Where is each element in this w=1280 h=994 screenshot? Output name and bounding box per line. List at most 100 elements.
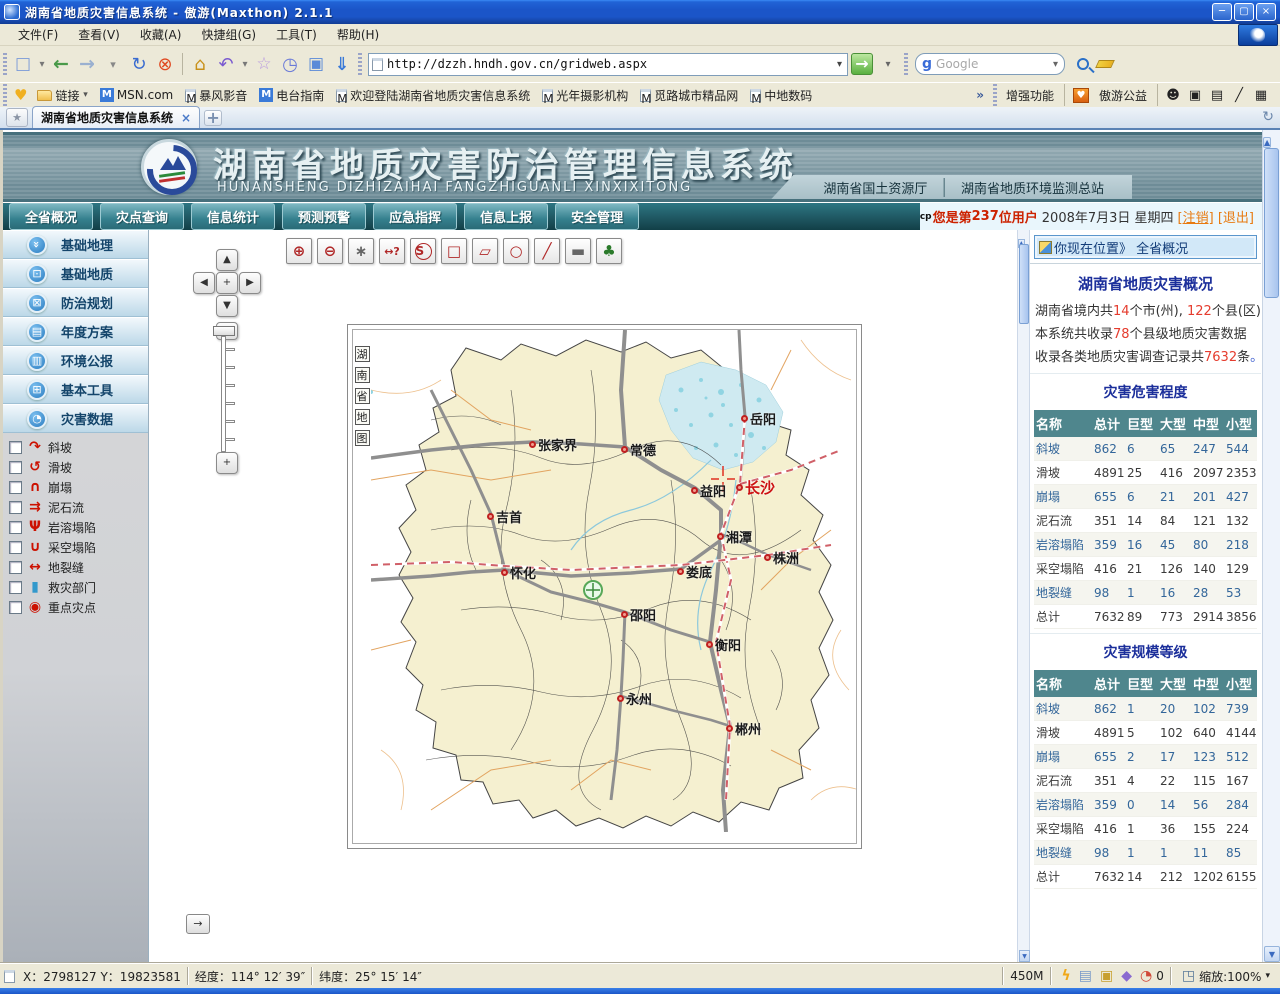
layer-label[interactable]: 地裂缝 bbox=[48, 559, 84, 576]
scroll-up-icon[interactable]: ▲ bbox=[1263, 137, 1271, 148]
proxy-icon[interactable]: ▤ bbox=[1079, 968, 1092, 984]
window-icon[interactable]: ▣ bbox=[1187, 88, 1203, 103]
charity-link[interactable]: 傲游公益 bbox=[1099, 87, 1147, 104]
layer-checkbox[interactable] bbox=[9, 501, 22, 514]
layer-label[interactable]: 重点灾点 bbox=[48, 599, 96, 616]
go-button[interactable]: → bbox=[851, 53, 873, 75]
undo-icon[interactable]: ↶ bbox=[214, 52, 238, 76]
link-item[interactable]: M 光年摄影机构 bbox=[542, 87, 628, 104]
logout-link[interactable]: [注销] bbox=[1178, 207, 1214, 226]
brush-icon[interactable]: ╱ bbox=[1231, 88, 1247, 103]
address-url[interactable]: http://dzzh.hndh.gov.cn/gridweb.aspx bbox=[387, 57, 835, 71]
address-dropdown-icon[interactable]: ▾ bbox=[835, 59, 844, 70]
refresh-icon[interactable]: ↻ bbox=[127, 52, 151, 76]
wand-icon[interactable]: ☆ bbox=[252, 52, 276, 76]
scroll-down-icon[interactable]: ▼ bbox=[1264, 946, 1280, 962]
map-hscroll-right-button[interactable]: → bbox=[186, 914, 210, 934]
sidebar-group[interactable]: ▥ 环境公报 bbox=[3, 346, 148, 375]
dropdown-caret-icon[interactable]: ▾ bbox=[240, 52, 250, 76]
sidebar-group[interactable]: ▤ 年度方案 bbox=[3, 317, 148, 346]
link-item[interactable]: M MSN.com bbox=[100, 87, 173, 104]
layer-checkbox[interactable] bbox=[9, 481, 22, 494]
exit-link[interactable]: [退出] bbox=[1218, 207, 1254, 226]
map-city[interactable]: 永州 bbox=[617, 689, 652, 708]
zoom-in-icon[interactable]: ⊕ bbox=[286, 238, 312, 264]
notes-icon[interactable]: ▤ bbox=[1209, 88, 1225, 103]
map-city[interactable]: 长沙 bbox=[736, 477, 775, 498]
zoom-dropdown-icon[interactable]: ▾ bbox=[1265, 971, 1270, 981]
zoom-slider-handle[interactable] bbox=[213, 326, 235, 336]
layer-checkbox[interactable] bbox=[9, 601, 22, 614]
link-item[interactable]: M 暴风影音 bbox=[185, 87, 247, 104]
sidebar-group[interactable]: ⊡ 基础地质 bbox=[3, 259, 148, 288]
pan-icon[interactable]: ∗ bbox=[348, 238, 374, 264]
pan-left-button[interactable]: ◀ bbox=[193, 272, 215, 294]
new-tab-button[interactable]: + bbox=[204, 110, 222, 126]
new-page-icon[interactable]: □ bbox=[11, 52, 35, 76]
menu-item[interactable]: 帮助(H) bbox=[327, 24, 389, 45]
minimize-button[interactable]: ─ bbox=[1212, 3, 1232, 21]
sidebar-group[interactable]: ⊞ 基本工具 bbox=[3, 375, 148, 404]
redline-icon[interactable]: ╱ bbox=[534, 238, 560, 264]
map-canvas[interactable]: 张家界常德岳阳益阳长沙吉首湘潭株洲怀化娄底邵阳衡阳永州郴州 bbox=[371, 330, 856, 843]
link-item[interactable]: M 电台指南 bbox=[259, 87, 324, 104]
zoom-out-icon[interactable]: ⊖ bbox=[317, 238, 343, 264]
search-input[interactable]: Google bbox=[936, 57, 1053, 71]
sidebar-icon[interactable]: ▣ bbox=[304, 52, 328, 76]
menu-item[interactable]: 快捷组(G) bbox=[191, 24, 266, 45]
search-engine-dropdown-icon[interactable]: ▾ bbox=[1053, 59, 1058, 70]
banner-link[interactable]: 湖南省地质环境监测总站 bbox=[961, 178, 1104, 197]
map-city[interactable]: 衡阳 bbox=[706, 635, 741, 654]
layer-checkbox[interactable] bbox=[9, 561, 22, 574]
back-icon[interactable]: ← bbox=[49, 52, 73, 76]
nav-tab[interactable]: 安全管理 bbox=[555, 203, 639, 230]
link-item[interactable]: M 中地数码 bbox=[750, 87, 812, 104]
map-city[interactable]: 湘潭 bbox=[717, 527, 752, 546]
tab-bar-menu-icon[interactable]: ↻ bbox=[1262, 109, 1274, 125]
nav-tab[interactable]: 全省概况 bbox=[9, 203, 93, 230]
address-bar[interactable]: http://dzzh.hndh.gov.cn/gridweb.aspx ▾ bbox=[368, 53, 848, 76]
map-city[interactable]: 郴州 bbox=[726, 719, 761, 738]
nav-tab[interactable]: 应急指挥 bbox=[373, 203, 457, 230]
layer-checkbox[interactable] bbox=[9, 441, 22, 454]
zoom-in-step-button[interactable]: + bbox=[216, 452, 238, 474]
download-icon[interactable]: ⇓ bbox=[330, 52, 354, 76]
menu-item[interactable]: 文件(F) bbox=[8, 24, 68, 45]
panel-scrollbar[interactable]: ▲ ▼ bbox=[1017, 230, 1030, 963]
map-city[interactable]: 岳阳 bbox=[741, 409, 776, 428]
layer-label[interactable]: 滑坡 bbox=[48, 459, 72, 476]
zoom-level[interactable]: 缩放:100% bbox=[1199, 968, 1261, 985]
scroll-thumb[interactable] bbox=[1019, 244, 1029, 324]
layer-label[interactable]: 泥石流 bbox=[48, 499, 84, 516]
resize-icon[interactable]: ◳ bbox=[1182, 968, 1195, 984]
maximize-button[interactable]: ▢ bbox=[1234, 3, 1254, 21]
link-item[interactable]: M 觅路城市精品网 bbox=[640, 87, 738, 104]
map-city[interactable]: 怀化 bbox=[501, 563, 536, 582]
banner-link[interactable]: 湖南省国土资源厅 bbox=[823, 178, 927, 197]
search-box[interactable]: g Google ▾ bbox=[915, 53, 1065, 75]
highlighter-icon[interactable] bbox=[1095, 60, 1115, 68]
forward-icon[interactable]: → bbox=[75, 52, 99, 76]
layer-label[interactable]: 斜坡 bbox=[48, 439, 72, 456]
polygon-select-icon[interactable]: ▱ bbox=[472, 238, 498, 264]
filter-icon[interactable]: ◆ bbox=[1121, 968, 1132, 984]
circle-select-icon[interactable]: ○ bbox=[503, 238, 529, 264]
stop-icon[interactable]: ⊗ bbox=[153, 52, 177, 76]
dropdown-caret-icon[interactable]: ▾ bbox=[37, 52, 47, 76]
pan-up-button[interactable]: ▲ bbox=[216, 249, 238, 271]
sidebar-group[interactable]: ◔ 灾害数据 bbox=[3, 404, 148, 433]
map-city[interactable]: 娄底 bbox=[677, 562, 712, 581]
page-scrollbar[interactable]: ▲ ▼ bbox=[1262, 130, 1280, 963]
clock-icon[interactable]: ◷ bbox=[278, 52, 302, 76]
pan-center-button[interactable]: + bbox=[216, 272, 238, 294]
plugins-button[interactable]: 增强功能 bbox=[1006, 87, 1054, 104]
home-icon[interactable]: ⌂ bbox=[188, 52, 212, 76]
links-overflow-button[interactable]: » bbox=[976, 88, 984, 102]
nav-tab[interactable]: 信息上报 bbox=[464, 203, 548, 230]
popup-blocker-icon[interactable]: ◔ bbox=[1140, 968, 1152, 984]
tab-star-button[interactable]: ★ bbox=[6, 108, 28, 127]
layer-label[interactable]: 崩塌 bbox=[48, 479, 72, 496]
map-city[interactable]: 株洲 bbox=[764, 548, 799, 567]
tab-close-icon[interactable]: × bbox=[181, 111, 191, 125]
link-item[interactable]: M 欢迎登陆湖南省地质灾害信息系统 bbox=[336, 87, 530, 104]
